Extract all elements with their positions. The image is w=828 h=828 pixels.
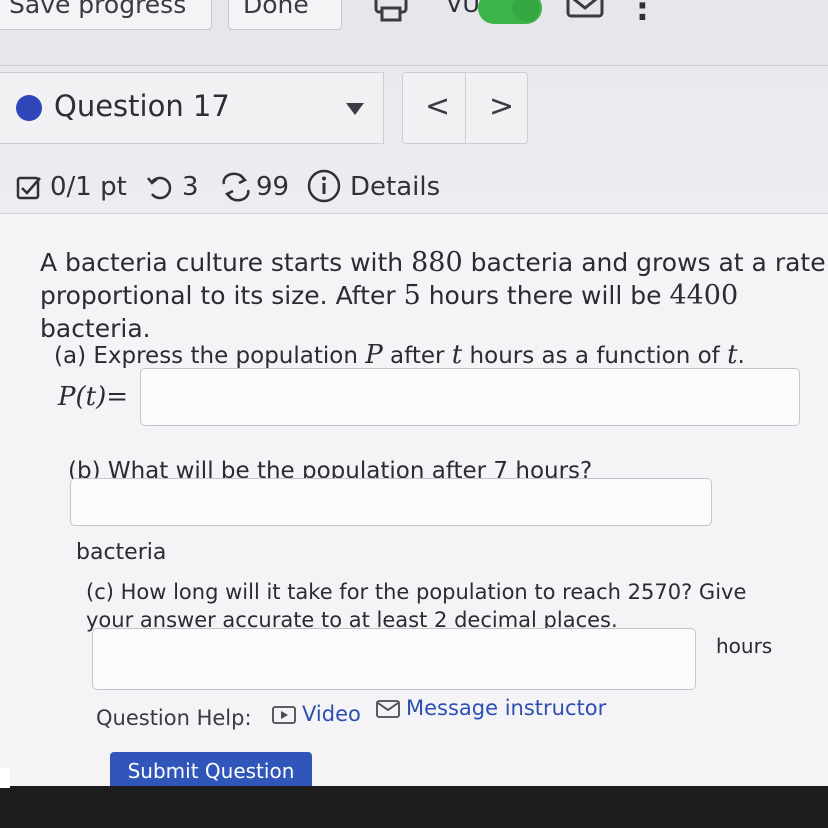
problem-text: bacteria. xyxy=(40,314,151,343)
part-a-text: . xyxy=(737,343,745,369)
done-button[interactable]: Done xyxy=(228,0,342,30)
question-status-dot xyxy=(16,95,42,121)
part-b-unit: bacteria xyxy=(76,540,167,565)
question-help-label: Question Help: xyxy=(96,706,252,730)
message-instructor-link[interactable]: Message instructor xyxy=(406,696,606,720)
problem-text: proportional to its size. After xyxy=(40,281,404,310)
top-toolbar: Save progress Done VU : xyxy=(0,0,828,66)
variable-p: P xyxy=(365,340,383,370)
bezel-light xyxy=(0,768,10,788)
submit-label: Submit Question xyxy=(127,759,295,783)
submit-question-button[interactable]: Submit Question xyxy=(110,752,312,790)
points-text: 0/1 pt xyxy=(50,172,127,202)
problem-text: bacteria and grows at a rate xyxy=(462,248,826,277)
problem-line-1: A bacteria culture starts with 880 bacte… xyxy=(40,246,828,279)
done-label: Done xyxy=(243,0,309,19)
later-count: 4400 xyxy=(669,280,739,311)
problem-text: A bacteria culture starts with xyxy=(40,248,412,277)
screen: Save progress Done VU : Question 17 < > xyxy=(0,0,828,790)
problem-statement: A bacteria culture starts with 880 bacte… xyxy=(40,246,828,345)
retries-count: 3 xyxy=(182,172,199,202)
part-a-text: after xyxy=(382,343,452,369)
video-icon[interactable] xyxy=(272,706,296,724)
part-a-text: (a) Express the population xyxy=(54,343,366,369)
part-a-question: (a) Express the population P after t hou… xyxy=(54,340,745,370)
hours-value: 5 xyxy=(403,280,421,311)
question-selector[interactable]: Question 17 xyxy=(0,72,384,144)
checkbox-score-icon xyxy=(16,176,41,200)
user-initials: VU xyxy=(446,0,480,18)
toggle-switch[interactable] xyxy=(478,0,542,24)
mail-icon[interactable] xyxy=(566,0,606,22)
retry-icon xyxy=(147,176,172,200)
question-meta-row: 0/1 pt 3 99 Details xyxy=(0,160,828,214)
part-a-label: P(t)= xyxy=(58,382,129,412)
variable-t: t xyxy=(451,340,463,370)
part-c-line-1: (c) How long will it take for the popula… xyxy=(86,580,747,604)
screen-bezel xyxy=(0,786,828,828)
question-nav: < > xyxy=(402,72,528,145)
next-question-button[interactable]: > xyxy=(489,89,514,124)
previous-question-button[interactable]: < xyxy=(425,89,450,124)
save-progress-label: Save progress xyxy=(9,0,187,19)
problem-text: hours there will be xyxy=(420,281,670,310)
message-icon[interactable] xyxy=(376,700,400,718)
part-a-text: hours as a function of xyxy=(462,343,728,369)
submissions-count: 99 xyxy=(256,172,290,202)
part-a-answer-input[interactable] xyxy=(140,368,800,426)
video-link[interactable]: Video xyxy=(302,702,361,726)
print-icon[interactable] xyxy=(372,0,410,26)
part-c-unit: hours xyxy=(716,634,773,658)
submissions-icon xyxy=(222,172,250,202)
part-c-answer-input[interactable] xyxy=(92,628,696,690)
question-label: Question 17 xyxy=(54,89,230,123)
chevron-down-icon xyxy=(346,103,364,115)
more-menu-icon[interactable]: : xyxy=(636,0,649,28)
nav-divider xyxy=(465,73,466,145)
problem-line-2: proportional to its size. After 5 hours … xyxy=(40,279,828,345)
info-icon[interactable] xyxy=(306,168,342,204)
part-b-answer-input[interactable] xyxy=(70,478,712,526)
variable-t: t xyxy=(727,340,738,370)
part-c-question: (c) How long will it take for the popula… xyxy=(86,578,746,634)
save-progress-button[interactable]: Save progress xyxy=(0,0,212,30)
initial-count: 880 xyxy=(411,247,463,278)
details-link[interactable]: Details xyxy=(350,172,440,202)
toggle-knob xyxy=(512,0,540,22)
